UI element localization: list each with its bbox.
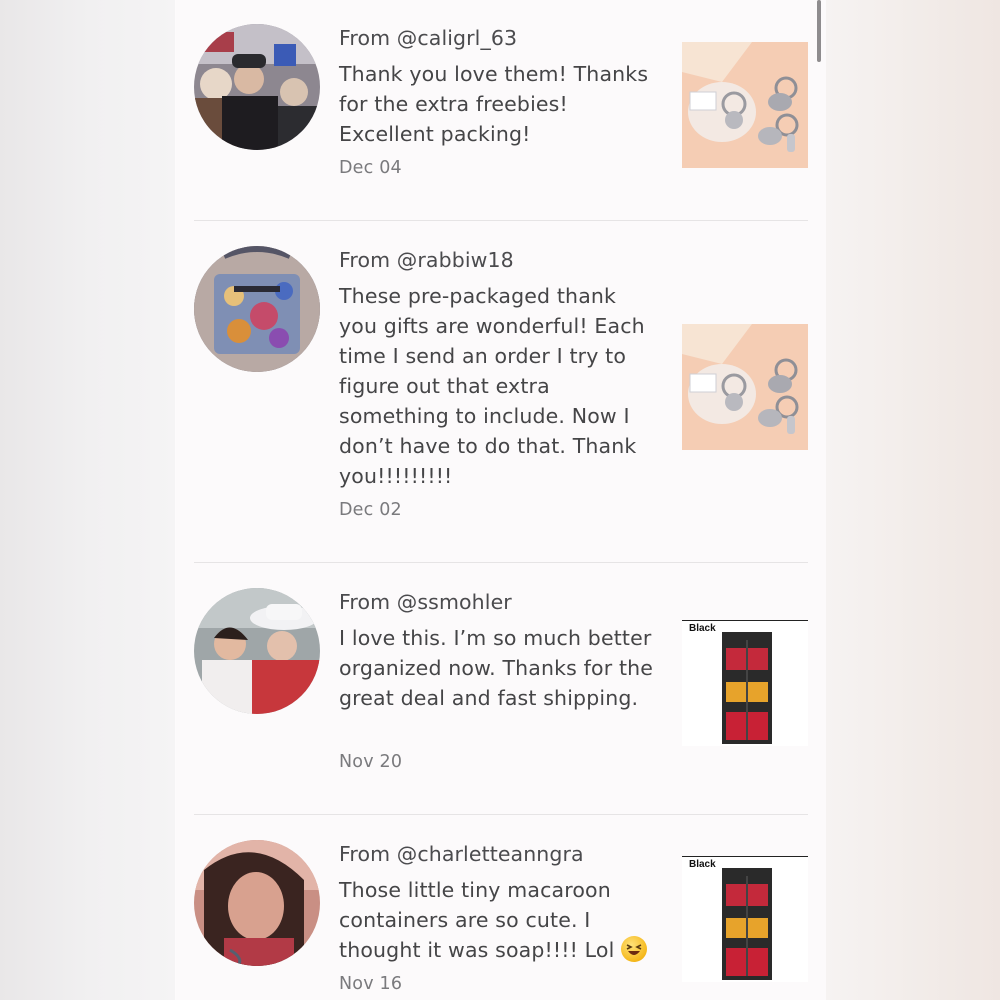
divider (194, 814, 808, 815)
reviewer-avatar[interactable] (194, 588, 320, 714)
review-text: Thank you love them! Thanks for the extr… (339, 62, 649, 146)
product-thumbnail[interactable]: Black (682, 856, 808, 982)
reviewer-avatar[interactable] (194, 246, 320, 372)
divider (194, 220, 808, 221)
reviewer-avatar[interactable] (194, 840, 320, 966)
review-text: Those little tiny macaroon containers ar… (339, 875, 659, 965)
reviewer-handle[interactable]: From @rabbiw18 (339, 248, 514, 272)
review-date: Nov 20 (339, 752, 403, 772)
review-text: These pre-packaged thank you gifts are w… (339, 284, 645, 488)
reviewer-handle[interactable]: From @caligrl_63 (339, 26, 517, 50)
laughing-emoji-icon (621, 936, 648, 962)
scrollbar[interactable] (817, 0, 821, 62)
product-thumbnail[interactable] (682, 42, 808, 168)
review-text: I love this. I’m so much better organize… (339, 626, 654, 710)
variant-label: Black (689, 859, 716, 870)
reviewer-handle[interactable]: From @charletteanngra (339, 842, 584, 866)
product-thumbnail[interactable]: Black (682, 620, 808, 746)
divider (194, 562, 808, 563)
review-date: Nov 16 (339, 974, 403, 994)
product-thumbnail[interactable] (682, 324, 808, 450)
variant-label: Black (689, 623, 716, 634)
review-date: Dec 02 (339, 500, 402, 520)
review-date: Dec 04 (339, 158, 402, 178)
reviewer-avatar[interactable] (194, 24, 320, 150)
review-text-body: Those little tiny macaroon containers ar… (339, 878, 615, 962)
reviewer-handle[interactable]: From @ssmohler (339, 590, 512, 614)
